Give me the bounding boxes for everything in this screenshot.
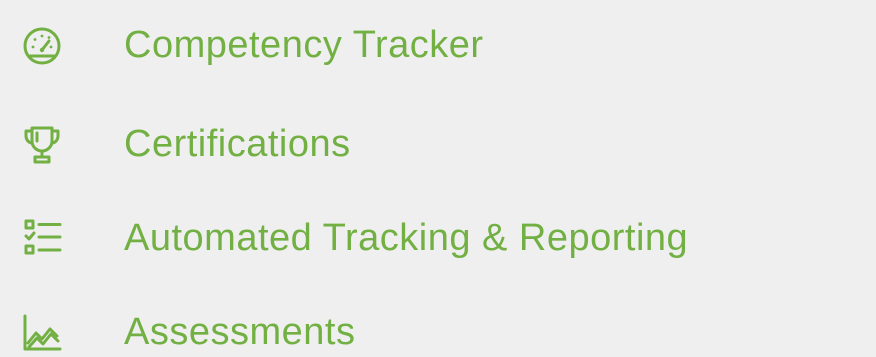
line-chart-icon (20, 311, 64, 355)
speedometer-icon (20, 24, 64, 68)
checklist-icon (20, 217, 64, 261)
menu-item-label: Certifications (124, 123, 351, 165)
menu-item-label: Assessments (124, 311, 356, 353)
menu-item-label: Competency Tracker (124, 24, 484, 66)
feature-menu: Competency Tracker Certifications Automa… (0, 0, 876, 357)
menu-item-label: Automated Tracking & Reporting (124, 217, 689, 259)
trophy-icon (20, 123, 64, 167)
